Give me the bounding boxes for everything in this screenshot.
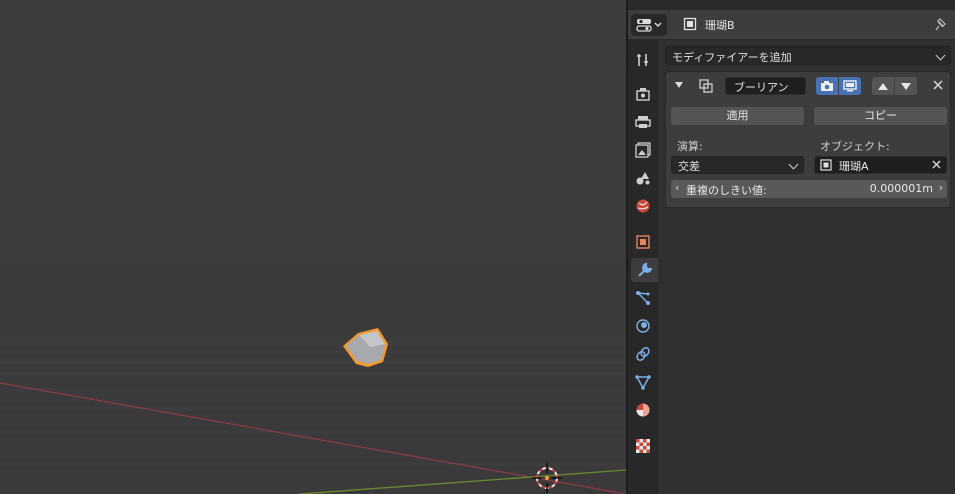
properties-header: 珊瑚B	[628, 10, 955, 40]
properties-editor: 珊瑚B モディファイアーを追加 ブーリアン 適用 コピー 演算: オブジェクト:…	[628, 0, 955, 494]
tab-object[interactable]	[630, 230, 656, 254]
render-tab-icon	[636, 88, 650, 101]
object-field[interactable]: 珊瑚A	[814, 156, 947, 174]
physics-tab-icon	[636, 319, 650, 333]
world-tab-icon	[636, 199, 650, 213]
modifier-name-field[interactable]: ブーリアン	[725, 77, 806, 95]
arrow-up-icon	[878, 82, 888, 90]
header-object-name: 珊瑚B	[705, 19, 735, 32]
tab-tool[interactable]	[630, 48, 656, 72]
texture-tab-icon	[636, 439, 650, 453]
constraints-tab-icon	[636, 347, 650, 361]
show-in-render-toggle[interactable]	[816, 77, 838, 95]
modifier-tab-icon	[637, 262, 652, 277]
chevron-down-icon	[654, 22, 662, 27]
camera-icon	[821, 81, 833, 91]
modifier-properties: モディファイアーを追加 ブーリアン 適用 コピー 演算: オブジェクト: 交差 …	[658, 40, 955, 494]
operation-label: 演算:	[677, 140, 703, 153]
output-tab-icon	[635, 116, 651, 128]
material-tab-icon	[636, 403, 650, 417]
apply-button[interactable]: 適用	[671, 107, 804, 125]
operation-dropdown[interactable]: 交差	[671, 156, 804, 174]
tab-world[interactable]	[630, 194, 656, 218]
show-in-viewport-toggle[interactable]	[839, 77, 861, 95]
threshold-label: 重複のしきい値:	[686, 184, 767, 197]
pin-icon[interactable]	[934, 16, 948, 32]
object-label: オブジェクト:	[820, 140, 890, 153]
tab-output[interactable]	[630, 110, 656, 134]
object-tab-icon	[636, 235, 650, 249]
arrow-down-icon	[901, 82, 911, 90]
boolean-modifier-icon	[699, 79, 713, 93]
3d-viewport[interactable]	[0, 0, 626, 494]
object-icon	[820, 159, 832, 171]
tab-material[interactable]	[630, 398, 656, 422]
tab-scene[interactable]	[630, 166, 656, 190]
tab-view-layer[interactable]	[630, 138, 656, 162]
monitor-icon	[843, 80, 857, 92]
tab-data[interactable]	[630, 370, 656, 394]
object-value: 珊瑚A	[839, 160, 869, 173]
view-layer-tab-icon	[635, 142, 651, 158]
tab-texture[interactable]	[630, 434, 656, 458]
object-icon	[683, 17, 697, 31]
data-tab-icon	[635, 375, 651, 390]
scene-tab-icon	[636, 172, 650, 185]
editor-type-button[interactable]	[631, 14, 667, 36]
clear-icon[interactable]	[931, 159, 942, 170]
tool-tab-icon	[637, 54, 648, 66]
tab-render[interactable]	[630, 82, 656, 106]
tab-constraints[interactable]	[630, 342, 656, 366]
boolean-modifier-panel: ブーリアン 適用 コピー 演算: オブジェクト: 交差 珊瑚A ‹ 重複のしきい…	[665, 71, 951, 208]
move-down-button[interactable]	[895, 77, 917, 95]
copy-button[interactable]: コピー	[814, 107, 947, 125]
viewport-grid	[0, 0, 626, 494]
tab-particles[interactable]	[630, 286, 656, 310]
add-modifier-label: モディファイアーを追加	[672, 51, 792, 64]
particles-tab-icon	[636, 291, 650, 305]
area-top-strip	[628, 0, 955, 10]
collapse-toggle-icon[interactable]	[675, 82, 683, 88]
add-modifier-dropdown[interactable]: モディファイアーを追加	[665, 46, 951, 65]
threshold-slider[interactable]: ‹ 重複のしきい値: 0.000001m ›	[671, 180, 947, 198]
properties-editor-icon	[636, 19, 652, 32]
threshold-value: 0.000001m	[869, 182, 933, 195]
operation-value: 交差	[678, 160, 700, 173]
increment-arrow-icon[interactable]: ›	[939, 181, 943, 194]
tab-physics[interactable]	[630, 314, 656, 338]
chevron-down-icon	[788, 159, 799, 170]
properties-tabs	[628, 40, 658, 494]
move-up-button[interactable]	[872, 77, 894, 95]
decrement-arrow-icon[interactable]: ‹	[675, 181, 679, 194]
tab-modifiers[interactable]	[631, 258, 658, 282]
chevron-down-icon	[935, 50, 946, 61]
remove-modifier-icon[interactable]	[931, 78, 945, 92]
